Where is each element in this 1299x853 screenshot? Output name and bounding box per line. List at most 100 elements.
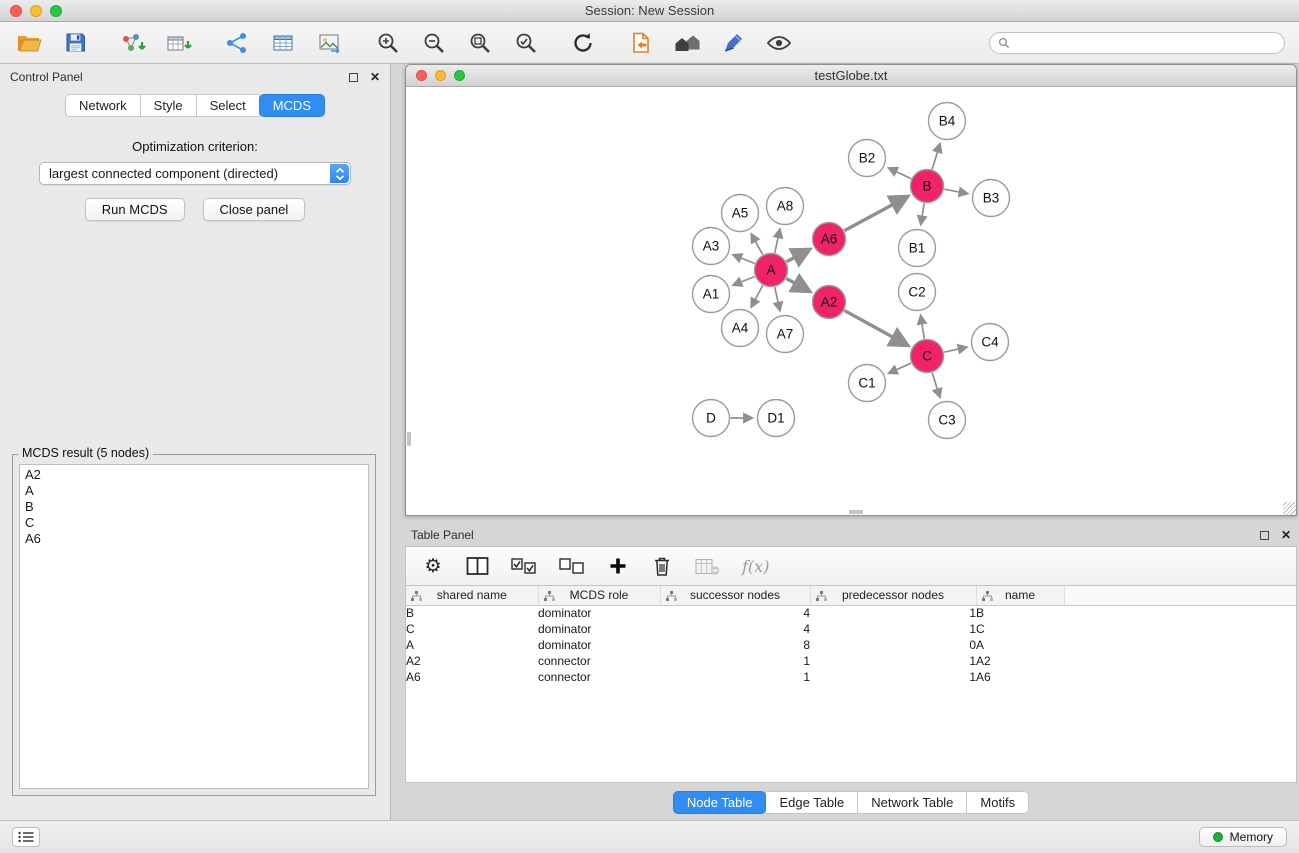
table-cell[interactable]: 4 xyxy=(660,621,810,637)
table-cell[interactable]: 1 xyxy=(810,669,976,685)
graph-node-C3[interactable]: C3 xyxy=(929,402,966,439)
table-row-c[interactable]: Cdominator41C xyxy=(406,621,1296,637)
delete-column-button[interactable] xyxy=(651,554,673,578)
import-table-button[interactable] xyxy=(164,28,194,58)
graph-node-C4[interactable]: C4 xyxy=(972,324,1009,361)
search-field[interactable] xyxy=(989,32,1285,54)
graph-node-A7[interactable]: A7 xyxy=(767,316,804,353)
tab-select[interactable]: Select xyxy=(196,94,260,117)
table-settings-button[interactable]: ⚙ xyxy=(422,554,444,578)
column-header-shared-name[interactable]: shared name xyxy=(406,586,538,605)
network-canvas[interactable]: B4B2BB3A5A8A6B1A3AC2A1A2A4A7C4CC1C3DD1 xyxy=(406,87,1296,515)
table-cell[interactable]: A xyxy=(976,637,1064,653)
close-panel-button[interactable]: Close panel xyxy=(203,198,306,221)
table-cell[interactable]: 1 xyxy=(810,653,976,669)
memory-button[interactable]: Memory xyxy=(1199,827,1287,847)
table-cell[interactable]: dominator xyxy=(538,605,660,621)
select-all-columns-button[interactable] xyxy=(511,554,537,578)
mcds-result-item-a2[interactable]: A2 xyxy=(20,467,368,483)
table-row-b[interactable]: Bdominator41B xyxy=(406,605,1296,621)
mcds-result-list[interactable]: A2ABCA6 xyxy=(19,464,369,789)
table-cell[interactable]: A6 xyxy=(406,669,538,685)
column-header-successor-nodes[interactable]: successor nodes xyxy=(660,586,810,605)
table-row-a[interactable]: Adominator80A xyxy=(406,637,1296,653)
column-header-predecessor-nodes[interactable]: predecessor nodes xyxy=(810,586,976,605)
table-cell[interactable]: C xyxy=(976,621,1064,637)
mcds-result-item-a[interactable]: A xyxy=(20,483,368,499)
tab-mcds[interactable]: MCDS xyxy=(259,94,325,117)
import-network-button[interactable] xyxy=(118,28,148,58)
zoom-in-button[interactable] xyxy=(372,28,402,58)
export-table-button[interactable] xyxy=(268,28,298,58)
graph-edge-A6-B[interactable] xyxy=(844,196,908,230)
graph-edge-A-A8[interactable] xyxy=(775,229,780,253)
graph-edge-B-B3[interactable] xyxy=(944,189,968,193)
graph-node-D1[interactable]: D1 xyxy=(758,400,795,437)
graph-node-C[interactable]: C xyxy=(911,340,944,373)
apply-layout-button[interactable] xyxy=(568,28,598,58)
graph-edge-A-A5[interactable] xyxy=(751,234,762,255)
graph-node-C2[interactable]: C2 xyxy=(899,274,936,311)
tab-network[interactable]: Network xyxy=(65,94,141,117)
graph-node-A1[interactable]: A1 xyxy=(693,276,730,313)
horizontal-scrollbar-thumb[interactable] xyxy=(849,510,863,514)
close-panel-icon[interactable]: ✕ xyxy=(370,70,380,84)
graph-edge-C-C1[interactable] xyxy=(888,363,911,373)
save-session-button[interactable] xyxy=(60,28,90,58)
zoom-out-button[interactable] xyxy=(418,28,448,58)
export-network-button[interactable] xyxy=(222,28,252,58)
mcds-result-item-a6[interactable]: A6 xyxy=(20,531,368,547)
table-cell[interactable]: 1 xyxy=(660,669,810,685)
column-header-name[interactable]: name xyxy=(976,586,1064,605)
function-builder-button[interactable]: f(x) xyxy=(742,554,769,578)
graph-edge-B-B1[interactable] xyxy=(921,203,924,225)
tab-node-table[interactable]: Node Table xyxy=(673,791,767,814)
tab-network-table[interactable]: Network Table xyxy=(857,791,967,814)
table-cell[interactable]: 4 xyxy=(660,605,810,621)
graph-node-B4[interactable]: B4 xyxy=(929,103,966,140)
tab-style[interactable]: Style xyxy=(140,94,197,117)
table-cell[interactable]: 1 xyxy=(810,605,976,621)
table-panel-float-icon[interactable] xyxy=(1260,531,1269,540)
table-cell[interactable]: connector xyxy=(538,653,660,669)
task-history-button[interactable] xyxy=(12,827,40,847)
search-input[interactable] xyxy=(1015,35,1276,51)
graph-node-A6[interactable]: A6 xyxy=(813,223,846,256)
graph-edge-A-A4[interactable] xyxy=(751,285,763,307)
tab-edge-table[interactable]: Edge Table xyxy=(765,791,858,814)
table-cell[interactable]: 1 xyxy=(810,621,976,637)
open-session-button[interactable] xyxy=(14,28,44,58)
float-panel-icon[interactable] xyxy=(349,73,358,82)
graph-node-B1[interactable]: B1 xyxy=(899,230,936,267)
graph-node-A8[interactable]: A8 xyxy=(767,188,804,225)
graph-node-A[interactable]: A xyxy=(755,254,788,287)
close-network-window-button[interactable] xyxy=(416,70,427,81)
create-column-button[interactable] xyxy=(607,554,629,578)
window-resize-grip[interactable] xyxy=(1283,502,1296,515)
table-cell[interactable]: 8 xyxy=(660,637,810,653)
table-cell[interactable]: connector xyxy=(538,669,660,685)
graph-node-C1[interactable]: C1 xyxy=(849,365,886,402)
minimize-window-button[interactable] xyxy=(30,5,42,17)
table-cell[interactable]: C xyxy=(406,621,538,637)
run-mcds-button[interactable]: Run MCDS xyxy=(85,198,185,221)
graph-node-A5[interactable]: A5 xyxy=(722,195,759,232)
graph-node-A4[interactable]: A4 xyxy=(722,310,759,347)
graph-edge-B-B4[interactable] xyxy=(932,143,940,169)
graph-node-A2[interactable]: A2 xyxy=(813,286,846,319)
table-panel-close-icon[interactable]: ✕ xyxy=(1281,528,1291,542)
graph-edge-C-C2[interactable] xyxy=(921,315,925,338)
column-header-MCDS-role[interactable]: MCDS role xyxy=(538,586,660,605)
table-cell[interactable]: A2 xyxy=(406,653,538,669)
network-file-button[interactable] xyxy=(626,28,656,58)
graph-edge-C-C4[interactable] xyxy=(944,347,967,352)
graph-edge-A2-C[interactable] xyxy=(844,310,908,345)
table-cell[interactable]: A6 xyxy=(976,669,1064,685)
graph-node-B[interactable]: B xyxy=(911,170,944,203)
annotation-button[interactable] xyxy=(718,28,748,58)
graph-edge-B-B2[interactable] xyxy=(888,168,911,179)
zoom-fit-button[interactable] xyxy=(464,28,494,58)
graph-node-B3[interactable]: B3 xyxy=(973,180,1010,217)
mcds-result-item-b[interactable]: B xyxy=(20,499,368,515)
table-row-a2[interactable]: A2connector11A2 xyxy=(406,653,1296,669)
